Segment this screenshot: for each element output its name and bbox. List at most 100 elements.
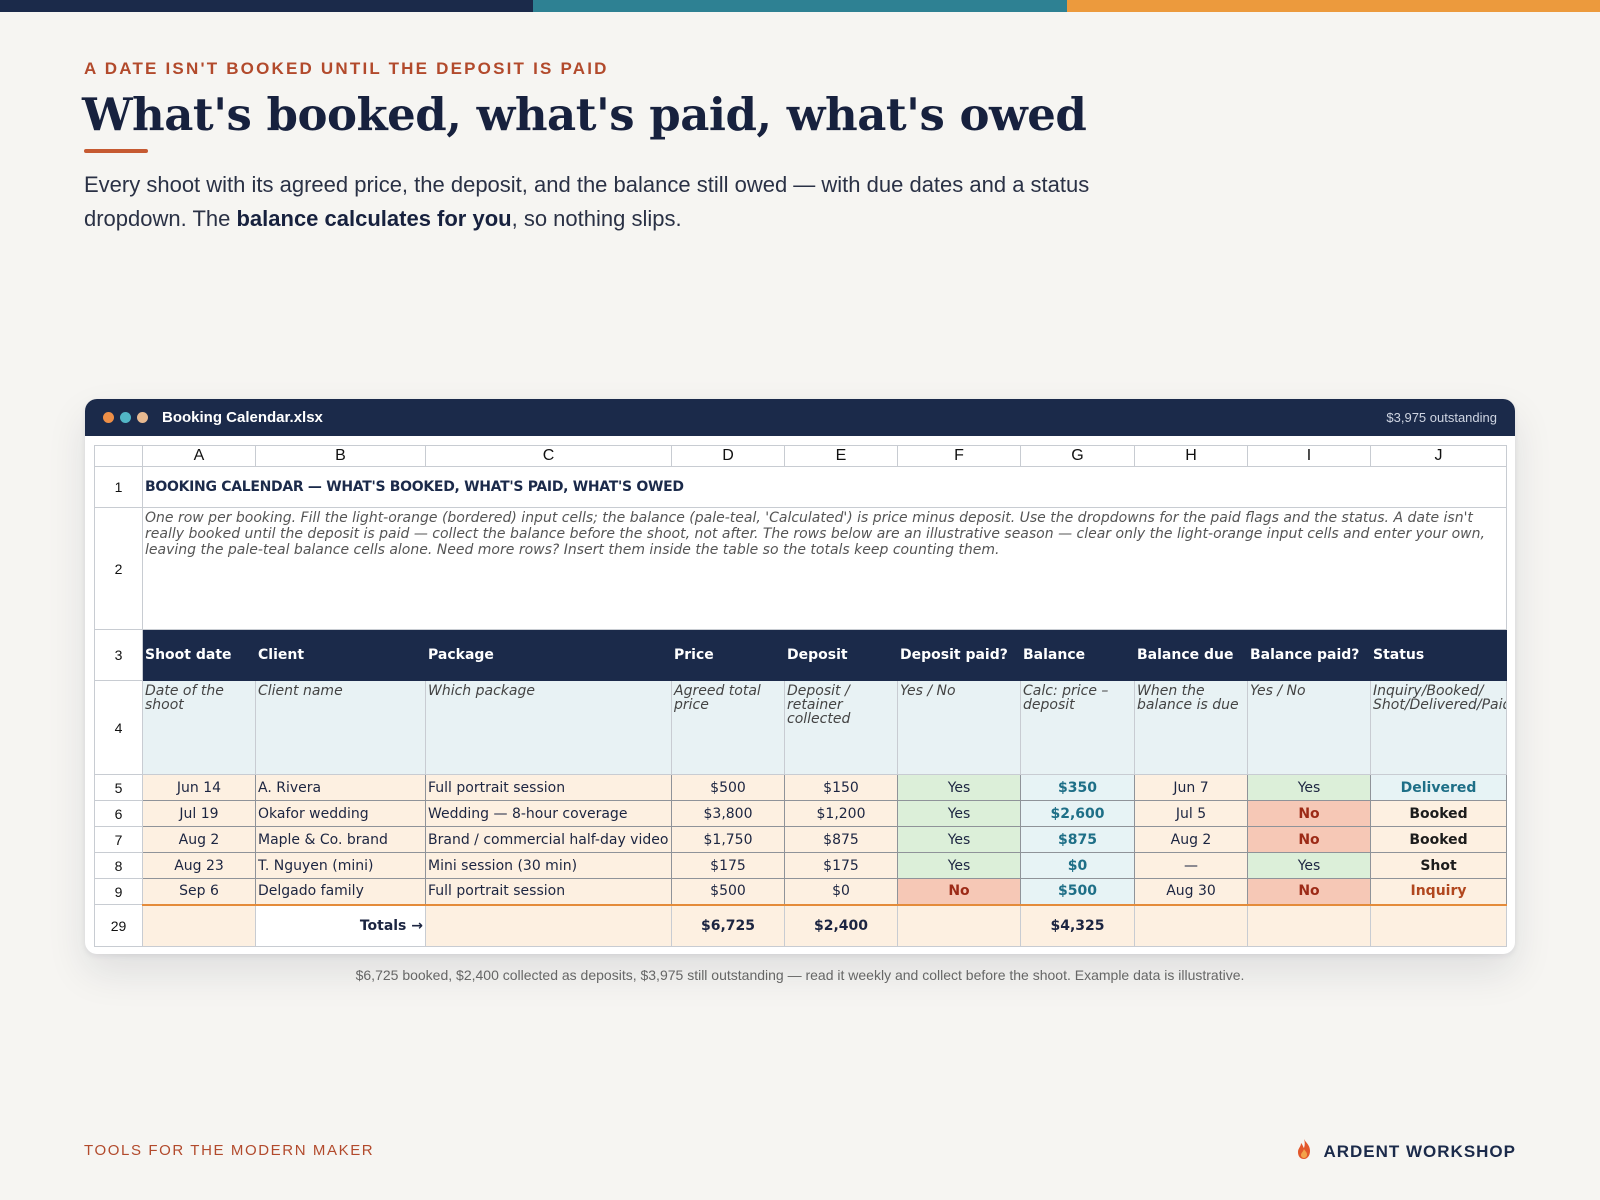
cell-deposit-paid-dropdown[interactable]: No [897,878,1021,905]
cell-price[interactable]: $175 [671,852,785,879]
cell-package[interactable]: Full portrait session [425,878,672,905]
cell-price[interactable]: $500 [671,878,785,905]
cell-client[interactable]: Delgado family [255,878,426,905]
totals-empty-i[interactable] [1247,903,1371,947]
cell-balance-due[interactable]: Jul 5 [1134,800,1248,827]
column-header-h[interactable]: H [1134,445,1248,467]
cell-deposit-paid-dropdown[interactable]: Yes [897,774,1021,801]
cell-balance-paid-dropdown[interactable]: Yes [1247,774,1371,801]
cell-balance-paid-dropdown[interactable]: Yes [1247,852,1371,879]
column-header-i[interactable]: I [1247,445,1371,467]
subheader-balance-due[interactable]: When the balance is due [1134,680,1248,775]
totals-empty-j[interactable] [1370,903,1507,947]
cell-client[interactable]: Okafor wedding [255,800,426,827]
row-number[interactable]: 9 [94,878,143,905]
cell-deposit-paid-dropdown[interactable]: Yes [897,852,1021,879]
cell-deposit-paid-dropdown[interactable]: Yes [897,826,1021,853]
cell-package[interactable]: Wedding — 8-hour coverage [425,800,672,827]
totals-empty-a[interactable] [142,903,256,947]
cell-status-dropdown[interactable]: Booked [1370,826,1507,853]
header-status[interactable]: Status [1370,629,1507,681]
cell-status-dropdown[interactable]: Shot [1370,852,1507,879]
column-header-a[interactable]: A [142,445,256,467]
row-number[interactable]: 1 [94,466,143,508]
header-package[interactable]: Package [425,629,672,681]
subheader-deposit[interactable]: Deposit / retainer collected [784,680,898,775]
cell-deposit-paid-dropdown[interactable]: Yes [897,800,1021,827]
totals-empty-h[interactable] [1134,903,1248,947]
cell-deposit[interactable]: $175 [784,852,898,879]
cell-package[interactable]: Brand / commercial half-day video [425,826,672,853]
cell-client[interactable]: A. Rivera [255,774,426,801]
column-header-f[interactable]: F [897,445,1021,467]
cell-balance[interactable]: $2,600 [1020,800,1135,827]
cell-shoot-date[interactable]: Aug 2 [142,826,256,853]
cell-balance-due[interactable]: — [1134,852,1248,879]
column-header-e[interactable]: E [784,445,898,467]
cell-package[interactable]: Full portrait session [425,774,672,801]
header-shoot-date[interactable]: Shoot date [142,629,256,681]
cell-shoot-date[interactable]: Jun 14 [142,774,256,801]
corner-cell[interactable] [94,445,143,467]
cell-balance[interactable]: $350 [1020,774,1135,801]
totals-empty-f[interactable] [897,903,1021,947]
subheader-client[interactable]: Client name [255,680,426,775]
header-deposit-paid[interactable]: Deposit paid? [897,629,1021,681]
cell-deposit[interactable]: $150 [784,774,898,801]
cell-balance-paid-dropdown[interactable]: No [1247,878,1371,905]
row-number[interactable]: 2 [94,507,143,630]
total-deposit[interactable]: $2,400 [784,903,898,947]
row-number[interactable]: 29 [94,904,143,947]
cell-status-dropdown[interactable]: Booked [1370,800,1507,827]
window-dot-orange-icon[interactable] [103,412,114,423]
cell-balance[interactable]: $0 [1020,852,1135,879]
subheader-balance-paid[interactable]: Yes / No [1247,680,1371,775]
cell-shoot-date[interactable]: Sep 6 [142,878,256,905]
window-dot-beige-icon[interactable] [137,412,148,423]
cell-balance[interactable]: $500 [1020,878,1135,905]
cell-status-dropdown[interactable]: Delivered [1370,774,1507,801]
row-number[interactable]: 5 [94,774,143,801]
window-dot-teal-icon[interactable] [120,412,131,423]
header-price[interactable]: Price [671,629,785,681]
header-balance-paid[interactable]: Balance paid? [1247,629,1371,681]
header-client[interactable]: Client [255,629,426,681]
cell-price[interactable]: $1,750 [671,826,785,853]
row-number[interactable]: 8 [94,852,143,879]
row-number[interactable]: 3 [94,629,143,681]
header-balance[interactable]: Balance [1020,629,1135,681]
column-header-g[interactable]: G [1020,445,1135,467]
cell-balance-due[interactable]: Jun 7 [1134,774,1248,801]
cell-balance-due[interactable]: Aug 30 [1134,878,1248,905]
header-deposit[interactable]: Deposit [784,629,898,681]
totals-label[interactable]: Totals → [255,903,426,947]
subheader-balance[interactable]: Calc: price – deposit [1020,680,1135,775]
cell-deposit[interactable]: $875 [784,826,898,853]
row-number[interactable]: 7 [94,826,143,853]
cell-shoot-date[interactable]: Aug 23 [142,852,256,879]
cell-client[interactable]: Maple & Co. brand [255,826,426,853]
cell-price[interactable]: $500 [671,774,785,801]
cell-price[interactable]: $3,800 [671,800,785,827]
row-number[interactable]: 4 [94,680,143,775]
cell-client[interactable]: T. Nguyen (mini) [255,852,426,879]
subheader-price[interactable]: Agreed total price [671,680,785,775]
cell-package[interactable]: Mini session (30 min) [425,852,672,879]
column-header-d[interactable]: D [671,445,785,467]
cell-balance-due[interactable]: Aug 2 [1134,826,1248,853]
cell-balance-paid-dropdown[interactable]: No [1247,800,1371,827]
row-number[interactable]: 6 [94,800,143,827]
sheet-title-cell[interactable]: BOOKING CALENDAR — WHAT'S BOOKED, WHAT'S… [142,466,1507,508]
subheader-status[interactable]: Inquiry/Booked/ Shot/Delivered/Paid [1370,680,1507,775]
cell-balance-paid-dropdown[interactable]: No [1247,826,1371,853]
cell-status-dropdown[interactable]: Inquiry [1370,878,1507,905]
cell-deposit[interactable]: $0 [784,878,898,905]
subheader-package[interactable]: Which package [425,680,672,775]
total-price[interactable]: $6,725 [671,903,785,947]
total-balance[interactable]: $4,325 [1020,903,1135,947]
subheader-deposit-paid[interactable]: Yes / No [897,680,1021,775]
cell-balance[interactable]: $875 [1020,826,1135,853]
column-header-b[interactable]: B [255,445,426,467]
instructions-cell[interactable]: One row per booking. Fill the light-oran… [142,507,1507,630]
column-header-j[interactable]: J [1370,445,1507,467]
